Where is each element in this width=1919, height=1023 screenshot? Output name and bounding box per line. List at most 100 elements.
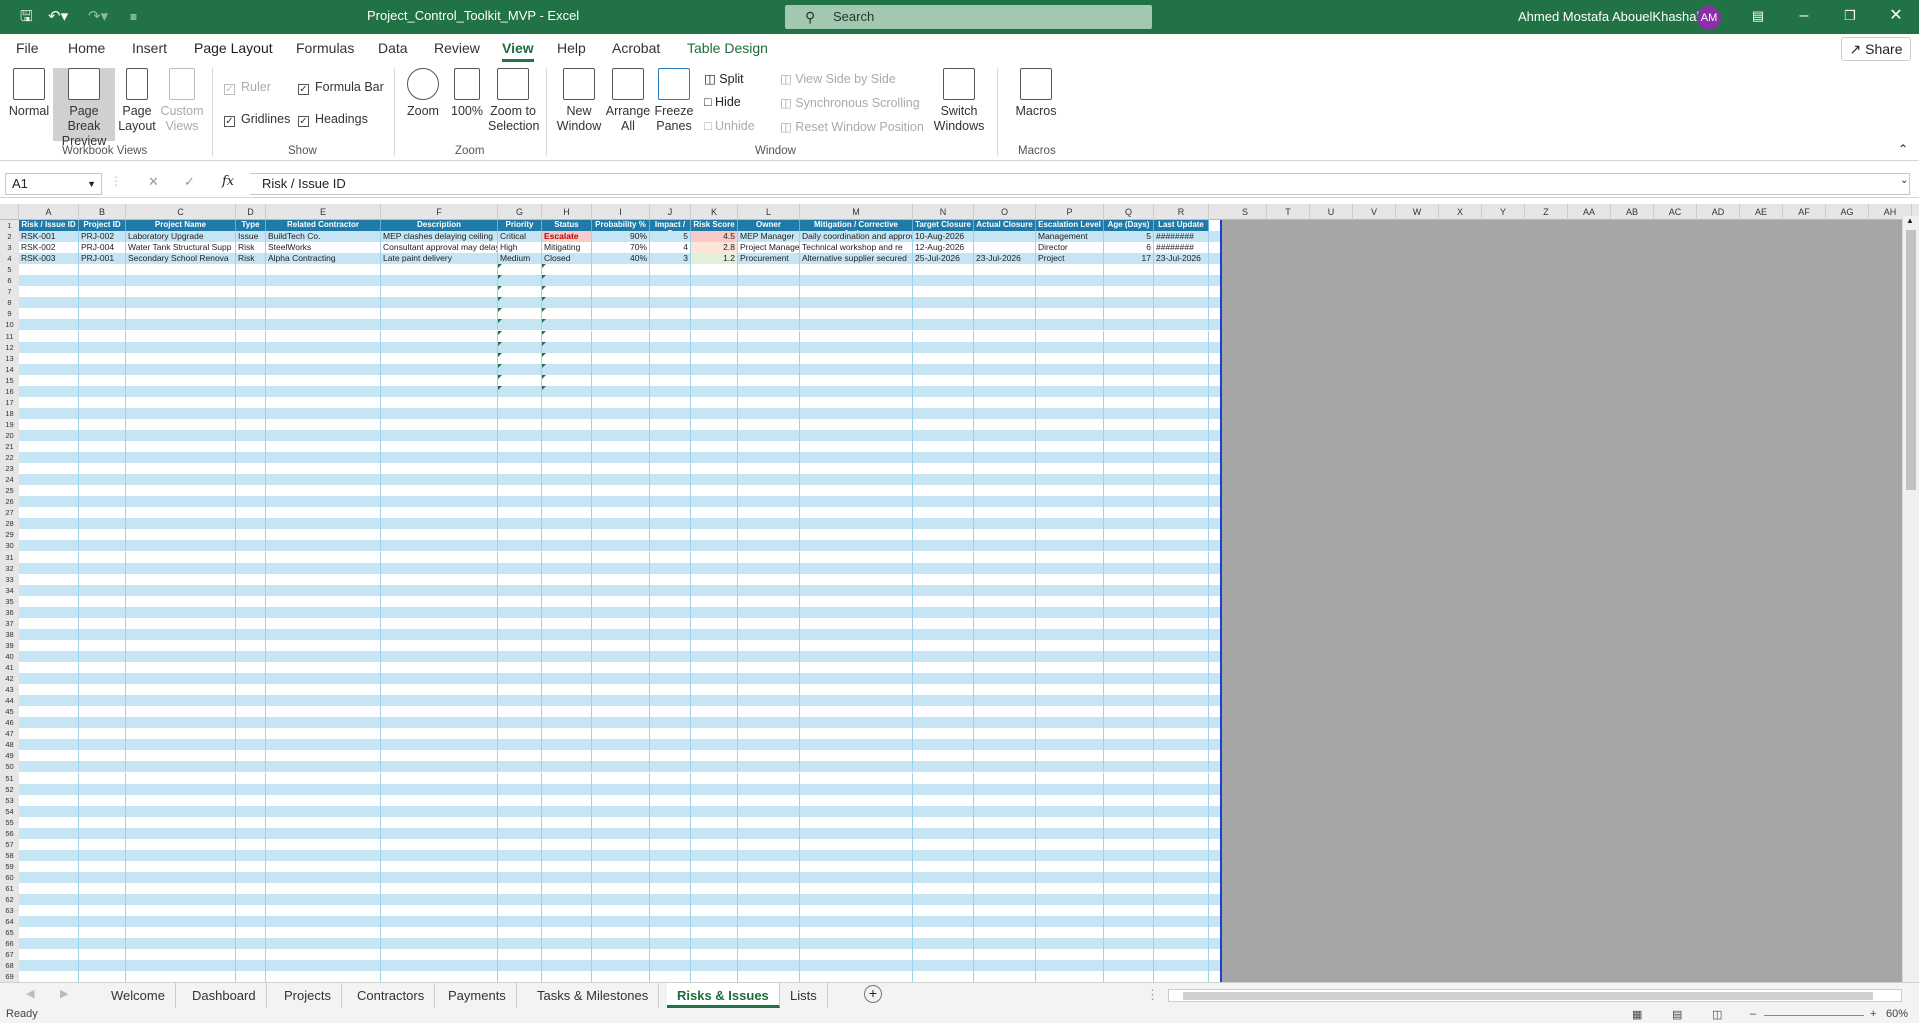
column-header[interactable]: O [974, 204, 1036, 220]
row-header[interactable]: 35 [0, 596, 19, 607]
table-cell[interactable] [79, 330, 126, 342]
table-cell[interactable] [79, 352, 126, 364]
table-cell[interactable] [19, 706, 79, 718]
table-cell[interactable] [381, 938, 498, 950]
tab-help[interactable]: Help [557, 40, 586, 56]
split-button[interactable]: ◫ Split [704, 71, 744, 86]
table-cell[interactable] [974, 286, 1036, 298]
table-cell[interactable] [592, 518, 650, 530]
table-cell[interactable] [381, 883, 498, 894]
table-cell[interactable] [1036, 275, 1104, 287]
table-cell[interactable] [542, 695, 592, 707]
table-cell[interactable] [79, 706, 126, 718]
table-cell[interactable] [974, 673, 1036, 685]
table-cell[interactable] [126, 706, 236, 718]
tab-formulas[interactable]: Formulas [296, 40, 354, 56]
new-window-button[interactable]: New Window [556, 68, 602, 134]
table-cell[interactable]: Director [1036, 242, 1104, 254]
table-cell[interactable] [592, 429, 650, 441]
table-cell[interactable] [1104, 905, 1154, 917]
table-cell[interactable] [236, 341, 266, 353]
table-cell[interactable] [1104, 474, 1154, 486]
table-cell[interactable]: Secondary School Renova [126, 253, 236, 265]
column-header[interactable]: A [19, 204, 79, 220]
table-cell[interactable] [974, 662, 1036, 673]
table-cell[interactable] [974, 474, 1036, 486]
table-cell[interactable] [974, 242, 1036, 254]
row-header[interactable]: 41 [0, 662, 19, 673]
minimize-icon[interactable]: – [1781, 0, 1827, 34]
view-side-by-side-button[interactable]: ◫ View Side by Side [780, 71, 896, 86]
row-header[interactable]: 69 [0, 971, 19, 982]
scroll-up-icon[interactable]: ▲ [1906, 216, 1914, 225]
table-cell[interactable] [126, 418, 236, 430]
table-cell[interactable] [79, 606, 126, 618]
table-cell[interactable] [592, 418, 650, 430]
table-cell[interactable] [19, 463, 79, 475]
table-cell[interactable] [79, 673, 126, 685]
table-cell[interactable] [79, 816, 126, 828]
row-header[interactable]: 60 [0, 872, 19, 883]
table-cell[interactable] [79, 938, 126, 950]
table-cell[interactable] [1104, 275, 1154, 287]
table-cell[interactable] [266, 949, 381, 961]
row-header[interactable]: 27 [0, 507, 19, 518]
table-cell[interactable] [800, 617, 913, 629]
table-cell[interactable] [913, 717, 974, 729]
table-cell[interactable] [236, 264, 266, 276]
table-cell[interactable] [913, 330, 974, 342]
table-cell[interactable] [913, 883, 974, 894]
table-cell[interactable] [236, 905, 266, 917]
table-cell[interactable] [79, 894, 126, 906]
table-cell[interactable] [381, 341, 498, 353]
table-cell[interactable] [1154, 794, 1209, 806]
table-cell[interactable] [126, 717, 236, 729]
macros-button[interactable]: Macros [1012, 68, 1060, 119]
table-cell[interactable] [592, 761, 650, 773]
table-cell[interactable] [19, 606, 79, 618]
table-cell[interactable] [913, 518, 974, 530]
table-cell[interactable]: 5 [1104, 231, 1154, 243]
table-cell[interactable] [800, 429, 913, 441]
table-cell[interactable] [498, 805, 542, 817]
table-cell[interactable] [974, 606, 1036, 618]
table-cell[interactable] [542, 628, 592, 640]
sheet-tab[interactable]: Projects [274, 983, 342, 1008]
customize-toolbar-icon[interactable]: ≡ [130, 7, 137, 27]
table-cell[interactable] [592, 275, 650, 287]
table-cell[interactable] [266, 452, 381, 464]
table-cell[interactable] [1104, 761, 1154, 773]
table-cell[interactable] [381, 849, 498, 861]
table-cell[interactable] [542, 363, 592, 375]
row-header[interactable]: 5 [0, 264, 19, 275]
table-cell[interactable] [800, 496, 913, 508]
column-header[interactable]: D [236, 204, 266, 220]
table-cell[interactable] [236, 507, 266, 519]
table-cell[interactable] [236, 429, 266, 441]
table-cell[interactable] [1036, 971, 1104, 982]
table-cell[interactable] [381, 275, 498, 287]
row-header[interactable]: 44 [0, 695, 19, 706]
table-cell[interactable]: Technical workshop and re [800, 242, 913, 254]
table-cell[interactable] [1154, 540, 1209, 552]
table-cell[interactable] [650, 695, 691, 707]
table-cell[interactable] [1154, 772, 1209, 784]
table-cell[interactable] [236, 717, 266, 729]
table-cell[interactable] [1036, 750, 1104, 762]
table-cell[interactable] [79, 772, 126, 784]
table-cell[interactable] [19, 883, 79, 894]
table-cell[interactable] [19, 540, 79, 552]
table-cell[interactable] [650, 496, 691, 508]
table-cell[interactable] [19, 275, 79, 287]
table-cell[interactable] [691, 916, 738, 928]
table-cell[interactable] [236, 518, 266, 530]
table-cell[interactable] [542, 319, 592, 331]
table-cell[interactable] [126, 650, 236, 662]
table-cell[interactable] [1104, 264, 1154, 276]
table-cell[interactable] [498, 385, 542, 397]
zoom-out-icon[interactable]: – [1750, 1008, 1756, 1020]
table-cell[interactable] [974, 639, 1036, 651]
table-cell[interactable] [79, 474, 126, 486]
row-header[interactable]: 21 [0, 441, 19, 452]
row-header[interactable]: 64 [0, 916, 19, 927]
